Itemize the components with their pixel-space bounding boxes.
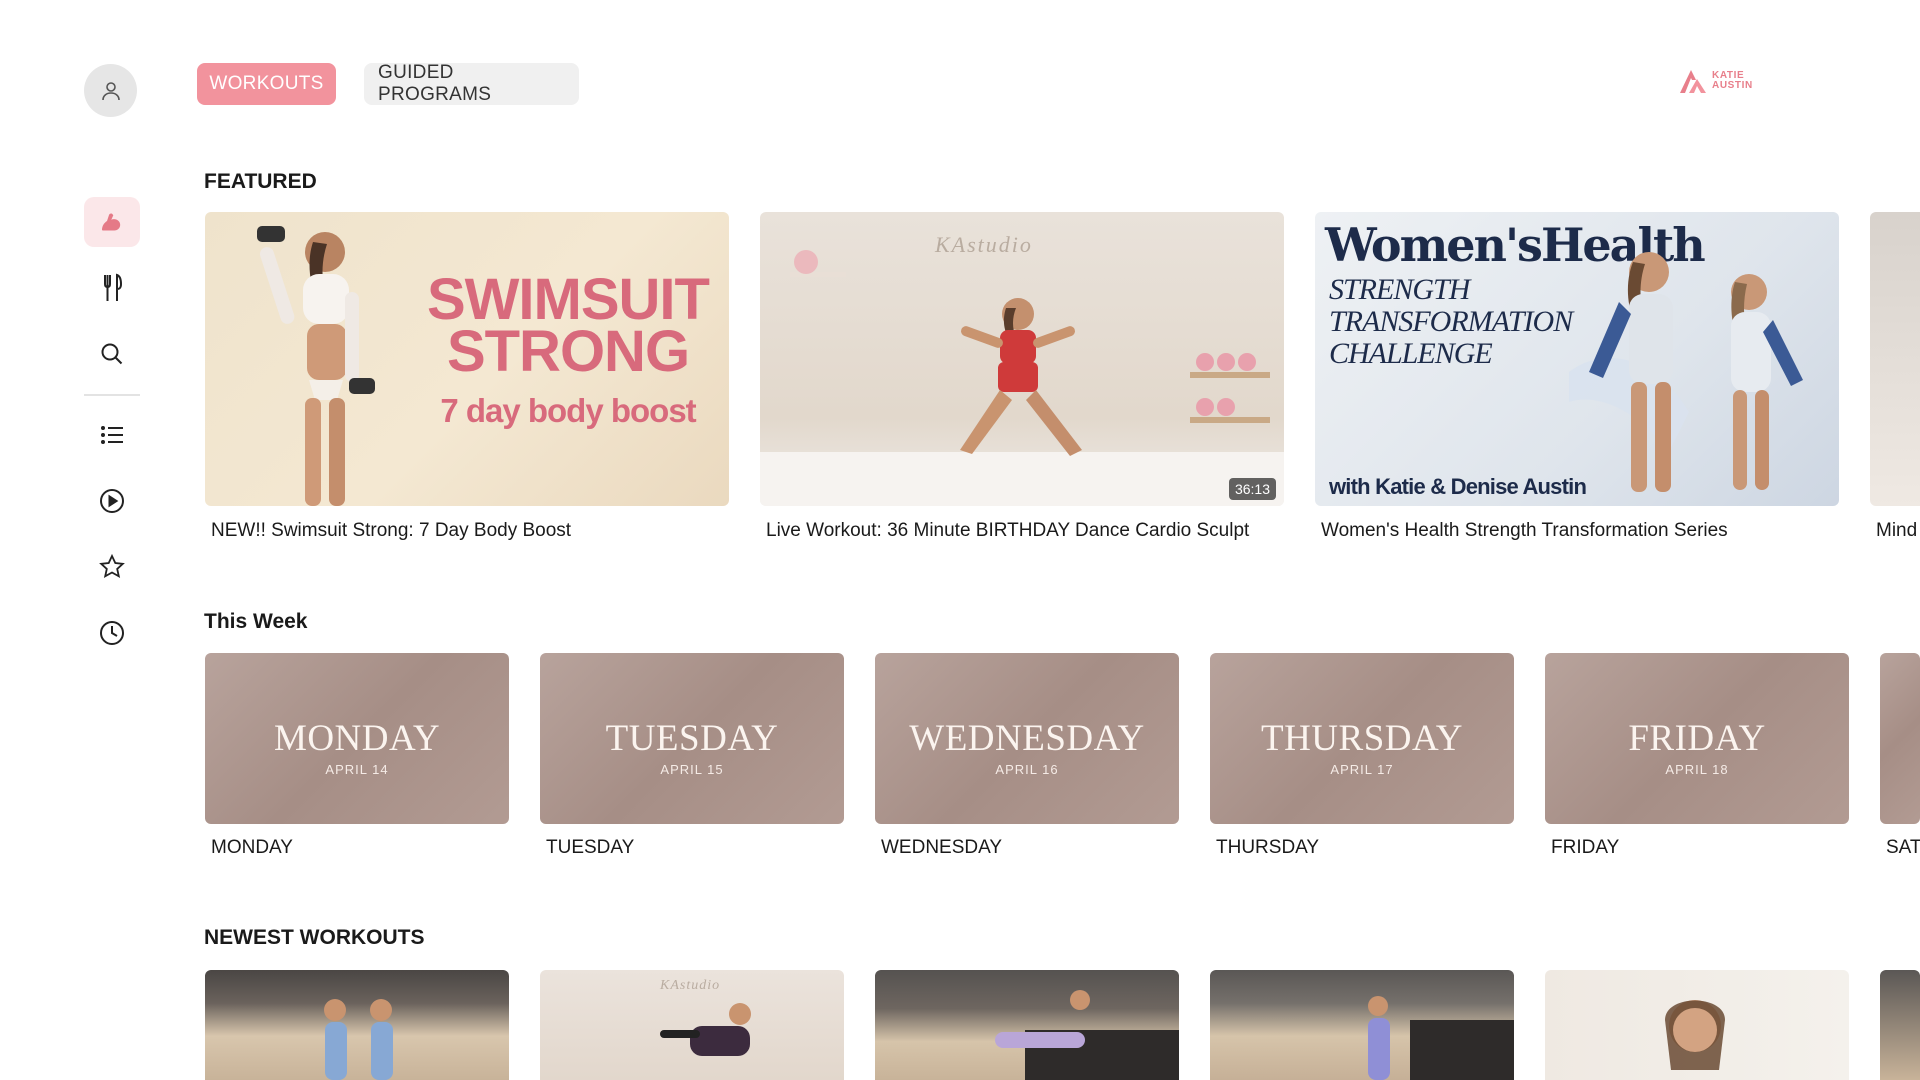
nav-workouts[interactable] [84,197,140,247]
newest-workout-card[interactable] [1545,970,1849,1080]
workout-figure-image [257,226,375,506]
day-caption: MONDAY [211,837,293,858]
favorites-icon [99,553,125,579]
day-card-tuesday[interactable]: TUESDAY APRIL 15 [540,653,844,824]
day-card-date: APRIL 15 [660,762,724,777]
swimsuit-strong-art-subtitle: 7 day body boost [440,392,696,429]
featured-caption: Women's Health Strength Transformation S… [1321,520,1728,541]
womens-health-figures-image [1569,252,1803,492]
day-caption: WEDNESDAY [881,837,1003,858]
womens-health-byline: with Katie & Denise Austin [1329,474,1587,499]
womens-health-challenge-title: STRENGTH TRANSFORMATION CHALLENGE [1329,273,1573,370]
search-icon [101,343,123,365]
swimsuit-strong-art-title: SWIMSUIT STRONG [427,267,710,384]
nav-favorites[interactable] [84,542,140,592]
day-caption: THURSDAY [1216,837,1320,858]
tab-guided-programs[interactable]: GUIDED PROGRAMS [364,62,579,105]
workout-thumbnail-image [1665,1000,1725,1070]
nav-history[interactable] [84,608,140,658]
tab-workouts[interactable]: WORKOUTS [197,63,336,105]
newest-workout-card[interactable]: KAstudio [540,970,844,1080]
day-caption: FRIDAY [1551,837,1620,858]
day-card-name: THURSDAY [1260,718,1464,759]
day-card-wednesday[interactable]: WEDNESDAY APRIL 16 [875,653,1179,824]
brand-mark-icon [1680,70,1706,93]
workout-thumbnail-image [995,990,1179,1080]
section-featured-title: FEATURED [204,170,317,193]
workouts-icon [102,213,121,231]
day-card-thursday[interactable]: THURSDAY APRIL 17 [1210,653,1514,824]
featured-card-swimsuit-strong[interactable]: SWIMSUIT STRONG 7 day body boost [205,212,729,506]
featured-caption: NEW!! Swimsuit Strong: 7 Day Body Boost [211,520,572,541]
day-card-date: APRIL 17 [1330,762,1394,777]
nav-nutrition[interactable] [84,263,140,313]
day-card-saturday[interactable] [1880,653,1920,824]
featured-caption: Mind [1876,520,1918,541]
day-card-date: APRIL 14 [325,762,389,777]
video-duration-badge: 36:13 [1228,478,1276,500]
profile-icon [101,81,120,100]
day-card-name: FRIDAY [1628,718,1766,759]
newest-workout-card[interactable] [875,970,1179,1080]
profile-button[interactable] [84,64,137,117]
list-icon [101,426,123,444]
featured-card-partial[interactable] [1870,212,1920,506]
day-card-monday[interactable]: MONDAY APRIL 14 [205,653,509,824]
nutrition-icon [104,273,123,301]
newest-workout-card[interactable] [1210,970,1514,1080]
nav-search[interactable] [84,329,140,379]
day-card-name: WEDNESDAY [909,718,1145,759]
brand-wordmark: KATIE AUSTIN [1712,70,1753,91]
newest-workout-card[interactable] [205,970,509,1080]
workout-thumbnail-image [660,1003,751,1056]
day-caption: SAT [1886,837,1920,858]
featured-card-womens-health[interactable]: Women'sHealth STRENGTH TRANSFORMATION CH… [1315,212,1839,506]
day-card-date: APRIL 18 [1665,762,1729,777]
day-card-name: TUESDAY [605,718,779,759]
newest-workout-card[interactable] [1880,970,1920,1080]
day-caption: TUESDAY [546,837,635,858]
day-card-date: APRIL 16 [995,762,1059,777]
day-card-friday[interactable]: FRIDAY APRIL 18 [1545,653,1849,824]
workout-thumbnail-image [324,999,393,1080]
featured-card-birthday-dance[interactable]: KAstudio 36:13 [760,212,1284,506]
section-this-week-title: This Week [204,610,308,633]
dance-workout-image [760,250,1284,506]
history-icon [100,621,124,645]
workout-thumbnail-image [1368,996,1514,1080]
section-newest-workouts-title: NEWEST WORKOUTS [204,926,425,949]
play-icon [100,489,124,513]
sidebar [0,0,180,1080]
nav-list[interactable] [84,410,140,460]
nav-videos[interactable] [84,476,140,526]
sidebar-divider [84,394,140,396]
day-card-name: MONDAY [273,718,441,759]
featured-caption: Live Workout: 36 Minute BIRTHDAY Dance C… [766,520,1250,541]
brand-logo: KATIE AUSTIN [1678,64,1764,98]
